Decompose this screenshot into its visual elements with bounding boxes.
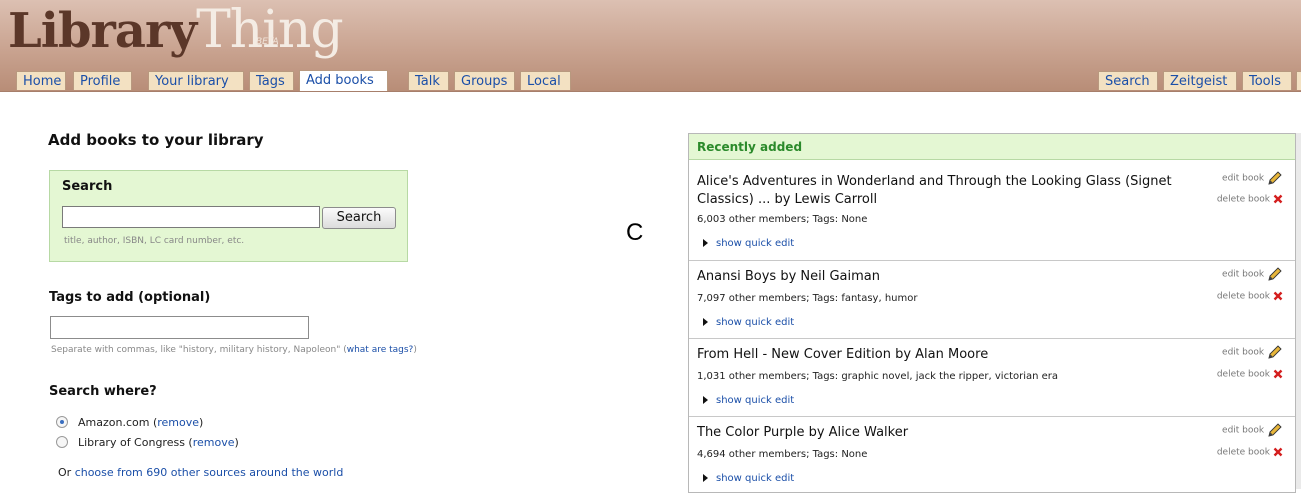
tab-groups[interactable]: Groups (454, 71, 515, 90)
book-meta: 4,694 other members; Tags: None (697, 449, 868, 460)
expand-triangle-icon (703, 396, 708, 404)
recently-added-title: Recently added (697, 140, 803, 154)
pencil-icon (1268, 267, 1282, 281)
quick-edit-label: show quick edit (716, 317, 795, 328)
more-sources-prefix: Or (58, 466, 75, 479)
quick-edit-label: show quick edit (716, 473, 795, 484)
search-button[interactable]: Search (322, 207, 396, 229)
delete-book-link[interactable]: delete book (1217, 369, 1283, 380)
recently-added-panel: Recently added Alice's Adventures in Won… (688, 133, 1296, 493)
tags-input[interactable] (50, 316, 309, 339)
book-title[interactable]: Anansi Boys by Neil Gaiman (697, 268, 880, 286)
recently-added-header: Recently added (689, 134, 1295, 160)
quick-edit-label: show quick edit (716, 238, 795, 249)
what-are-tags-link[interactable]: what are tags? (347, 345, 414, 355)
beta-badge: BETA (256, 37, 279, 47)
radio-library-of-congress[interactable] (56, 436, 68, 448)
source-label-loc: Library of Congress (78, 436, 185, 449)
tags-help-paren-close: ) (413, 345, 417, 355)
tab-profile[interactable]: Profile (73, 71, 132, 90)
book-row: Alice's Adventures in Wonderland and Thr… (689, 160, 1295, 261)
edit-book-link[interactable]: edit book (1222, 423, 1283, 437)
tab-zeitgeist[interactable]: Zeitgeist (1163, 71, 1237, 90)
remove-amazon-link[interactable]: remove (157, 416, 199, 429)
book-row: Anansi Boys by Neil Gaiman 7,097 other m… (689, 261, 1295, 339)
delete-book-link[interactable]: delete book (1217, 447, 1283, 458)
tab-home[interactable]: Home (16, 71, 66, 90)
show-quick-edit[interactable]: show quick edit (703, 395, 794, 406)
book-row: From Hell - New Cover Edition by Alan Mo… (689, 339, 1295, 417)
book-search-input[interactable] (62, 206, 320, 228)
tags-heading: Tags to add (optional) (49, 290, 211, 305)
choose-sources-link[interactable]: choose from 690 other sources around the… (75, 466, 344, 479)
panel-scrollbar[interactable] (1296, 133, 1301, 489)
book-meta: 7,097 other members; Tags: fantasy, humo… (697, 293, 918, 304)
show-quick-edit[interactable]: show quick edit (703, 317, 794, 328)
edit-book-label: edit book (1222, 173, 1265, 184)
delete-book-link[interactable]: delete book (1217, 291, 1283, 302)
tab-tags[interactable]: Tags (249, 71, 294, 90)
delete-book-label: delete book (1216, 291, 1270, 302)
page-title: Add books to your library (48, 131, 264, 149)
radio-amazon[interactable] (56, 416, 68, 428)
edit-book-label: edit book (1222, 269, 1265, 280)
search-hint: title, author, ISBN, LC card number, etc… (64, 236, 245, 246)
pencil-icon (1268, 171, 1282, 185)
book-meta: 6,003 other members; Tags: None (697, 214, 868, 225)
tab-overflow[interactable] (1296, 71, 1301, 90)
edit-book-link[interactable]: edit book (1222, 267, 1283, 281)
site-logo[interactable]: LibraryThing BETA (8, 3, 344, 59)
delete-x-icon (1273, 194, 1283, 204)
delete-book-label: delete book (1216, 369, 1270, 380)
edit-book-link[interactable]: edit book (1222, 171, 1283, 185)
delete-x-icon (1273, 369, 1283, 379)
search-panel: Search Search title, author, ISBN, LC ca… (49, 170, 408, 262)
expand-triangle-icon (703, 474, 708, 482)
tags-help-text: Separate with commas, like "history, mil… (51, 345, 341, 355)
expand-triangle-icon (703, 318, 708, 326)
stray-letter: C (626, 219, 644, 246)
more-sources: Or choose from 690 other sources around … (58, 466, 343, 479)
tab-add-books[interactable]: Add books (299, 70, 388, 91)
pencil-icon (1268, 423, 1282, 437)
logo-text-thing: Thing (196, 0, 344, 60)
edit-book-label: edit book (1222, 347, 1265, 358)
expand-triangle-icon (703, 239, 708, 247)
edit-book-label: edit book (1222, 425, 1265, 436)
tab-local[interactable]: Local (520, 71, 571, 90)
delete-book-label: delete book (1216, 447, 1270, 458)
tags-help: Separate with commas, like "history, mil… (51, 345, 417, 355)
book-meta: 1,031 other members; Tags: graphic novel… (697, 371, 1059, 382)
remove-loc-link[interactable]: remove (193, 436, 235, 449)
source-label-amazon: Amazon.com (78, 416, 150, 429)
tab-tools[interactable]: Tools (1242, 71, 1292, 90)
book-title[interactable]: From Hell - New Cover Edition by Alan Mo… (697, 346, 988, 364)
site-header: LibraryThing BETA Home Profile Your libr… (0, 0, 1301, 92)
search-where-heading: Search where? (49, 384, 157, 399)
search-heading: Search (62, 179, 113, 194)
delete-book-link[interactable]: delete book (1217, 194, 1283, 205)
tab-talk[interactable]: Talk (408, 71, 449, 90)
delete-book-label: delete book (1216, 194, 1270, 205)
book-title[interactable]: Alice's Adventures in Wonderland and Thr… (697, 173, 1217, 209)
delete-x-icon (1273, 291, 1283, 301)
show-quick-edit[interactable]: show quick edit (703, 473, 794, 484)
book-row: The Color Purple by Alice Walker 4,694 o… (689, 417, 1295, 492)
show-quick-edit[interactable]: show quick edit (703, 238, 794, 249)
delete-x-icon (1273, 447, 1283, 457)
tab-your-library[interactable]: Your library (148, 71, 244, 90)
book-title[interactable]: The Color Purple by Alice Walker (697, 424, 908, 442)
logo-text-library: Library (8, 3, 197, 59)
pencil-icon (1268, 345, 1282, 359)
edit-book-link[interactable]: edit book (1222, 345, 1283, 359)
tab-search[interactable]: Search (1098, 71, 1158, 90)
quick-edit-label: show quick edit (716, 395, 795, 406)
